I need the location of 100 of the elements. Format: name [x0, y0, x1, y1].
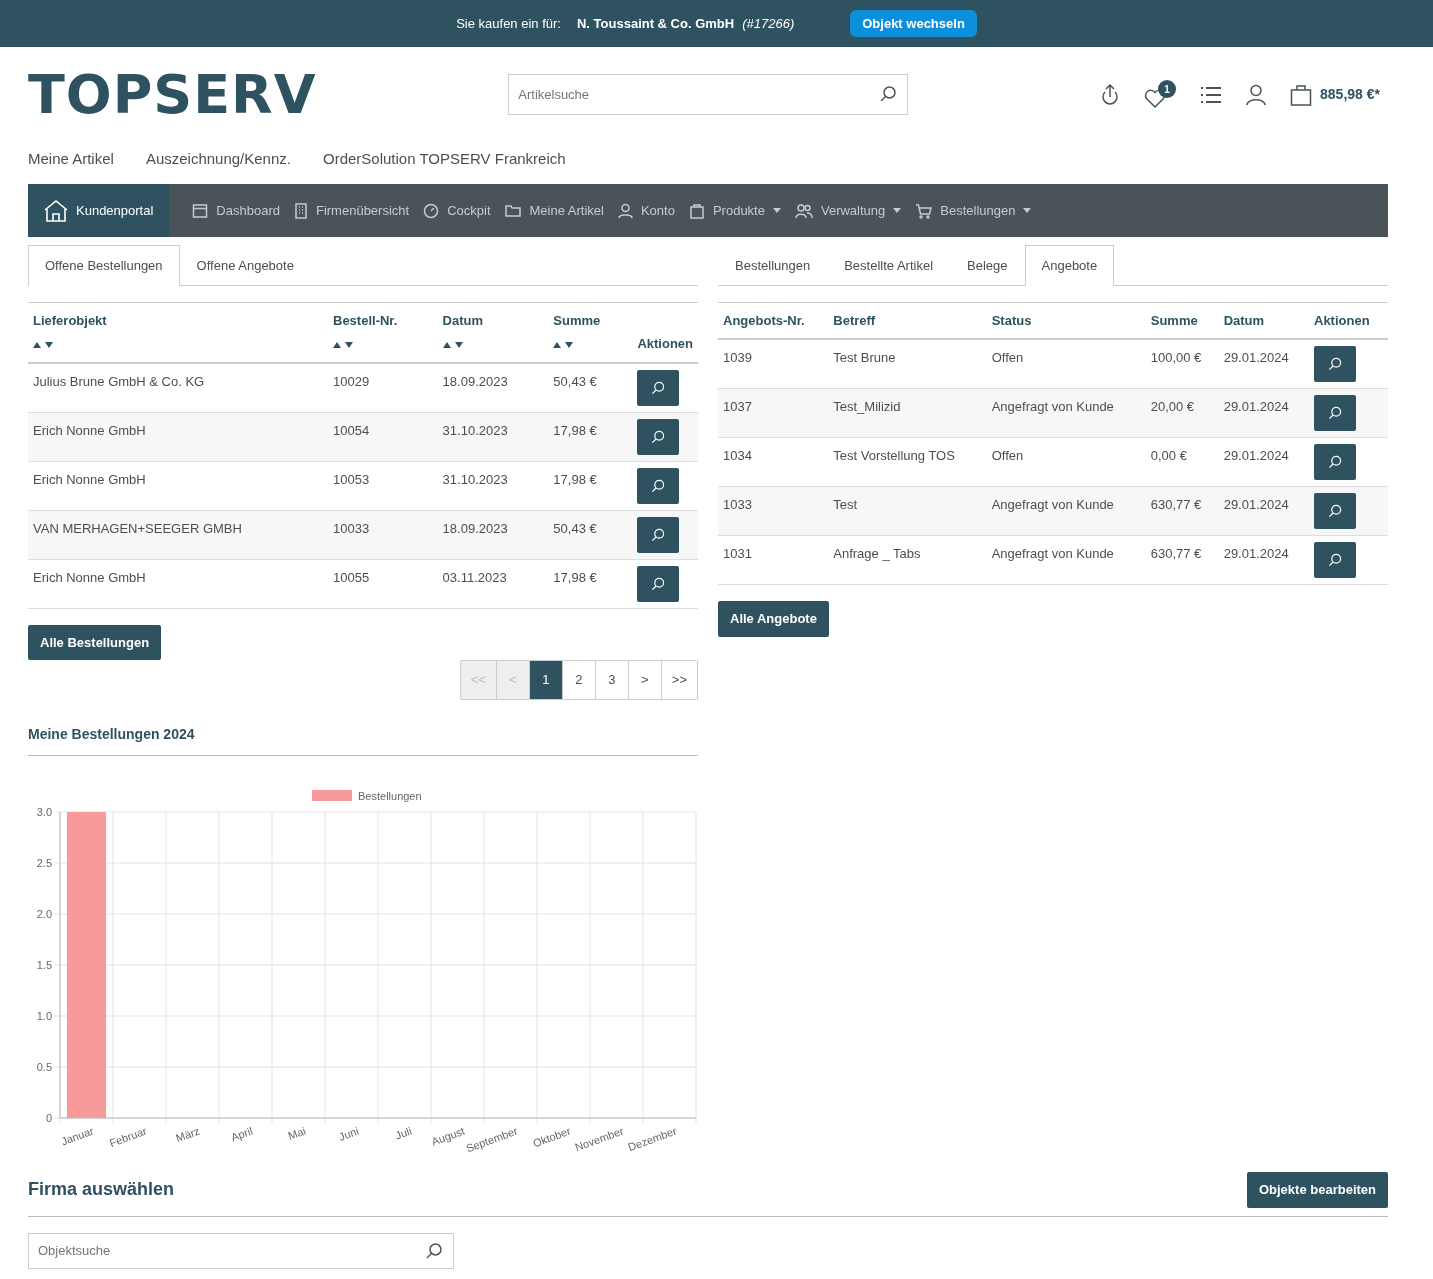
gauge-icon: [423, 202, 440, 219]
table-cell: Erich Nonne GmbH: [28, 461, 328, 510]
caret-icon: [1023, 208, 1032, 213]
tab[interactable]: Bestellte Artikel: [827, 245, 951, 286]
column-header[interactable]: Datum: [437, 302, 549, 363]
list-icon[interactable]: [1200, 85, 1223, 104]
search-icon: [878, 84, 899, 104]
tab[interactable]: Bestellungen: [718, 245, 828, 286]
column-header: Angebots-Nr.: [718, 302, 829, 339]
axis-tick-label: 3.0: [36, 806, 52, 818]
search-field[interactable]: Artikelsuche: [508, 74, 909, 115]
view-button[interactable]: [1314, 346, 1356, 382]
logo[interactable]: TOPSERV: [28, 67, 317, 122]
table-cell: Angefragt von Kunde: [986, 486, 1146, 536]
portal-nav-item[interactable]: Bestellungen: [908, 200, 1039, 221]
view-button[interactable]: [637, 565, 680, 602]
nav-link[interactable]: Auszeichnung/Kennz.: [145, 147, 291, 171]
edit-objects-button[interactable]: Objekte bearbeiten: [1246, 1172, 1388, 1208]
table-cell: 03.11.2023: [437, 559, 549, 608]
table-cell: 1039: [718, 339, 829, 389]
column-header: Summe: [1145, 302, 1219, 339]
portal-nav-item[interactable]: Cockpit: [416, 200, 498, 221]
search-icon: [1327, 552, 1343, 568]
table-cell: Julius Brune GmbH & Co. KG: [28, 362, 328, 412]
column-header[interactable]: Bestell-Nr.: [328, 302, 438, 363]
axis-tick-label: 1.0: [36, 1010, 52, 1022]
nav-link[interactable]: Meine Artikel: [28, 147, 114, 171]
tab[interactable]: Belege: [950, 245, 1025, 286]
building-icon: [293, 202, 308, 219]
tab[interactable]: Angebote: [1024, 245, 1115, 286]
caret-icon: [772, 208, 781, 213]
column-header[interactable]: Summe: [548, 302, 633, 363]
sort-icon[interactable]: [442, 341, 465, 348]
view-button[interactable]: [637, 516, 680, 553]
search-field[interactable]: Objektsuche: [28, 1232, 454, 1269]
portal-nav-item[interactable]: Konto: [610, 200, 682, 221]
bag-icon: [1290, 83, 1313, 106]
table-cell: Offen: [986, 339, 1146, 389]
page-button: <: [495, 661, 529, 699]
view-button[interactable]: [1314, 395, 1356, 431]
portal-brand-link[interactable]: Kundenportal: [28, 184, 170, 237]
view-button[interactable]: [1314, 444, 1356, 480]
sort-icon[interactable]: [33, 341, 55, 348]
users-icon: [794, 202, 813, 219]
portal-nav-item[interactable]: Firmenübersicht: [286, 200, 417, 221]
table-cell: Angefragt von Kunde: [986, 388, 1146, 438]
axis-category-label: Juni: [337, 1124, 361, 1143]
table-cell: 100,00 €: [1145, 339, 1219, 389]
portal-nav-item[interactable]: Meine Artikel: [497, 200, 611, 221]
company-id: (#17266): [742, 14, 795, 33]
table-cell: Erich Nonne GmbH: [28, 412, 328, 461]
legend-swatch: [312, 790, 352, 801]
column-header: Aktionen: [1309, 302, 1388, 339]
axis-category-label: Juli: [393, 1124, 414, 1142]
search-icon: [650, 379, 667, 396]
axis-tick-label: 0.5: [36, 1061, 52, 1073]
table-cell: 17,98 €: [548, 461, 633, 510]
sort-icon[interactable]: [333, 341, 355, 348]
table-cell: 10033: [328, 510, 438, 559]
portal-nav-item[interactable]: Dashboard: [185, 200, 287, 221]
search-icon: [650, 526, 667, 543]
view-button[interactable]: [1314, 493, 1356, 529]
axis-tick-label: 2.0: [36, 908, 52, 920]
nav-link[interactable]: OrderSolution TOPSERV Frankreich: [323, 147, 566, 171]
column-header[interactable]: Lieferobjekt: [28, 302, 328, 363]
column-header: Datum: [1218, 302, 1309, 339]
company-name: N. Toussaint & Co. GmbH: [576, 14, 735, 33]
cart-button[interactable]: 885,98 €*: [1290, 83, 1380, 106]
table-cell: 1031: [718, 535, 829, 585]
tab[interactable]: Offene Bestellungen: [28, 245, 180, 286]
view-button[interactable]: [637, 467, 680, 504]
table-cell: 31.10.2023: [437, 461, 549, 510]
search-icon: [1327, 405, 1343, 421]
table-cell: Test: [828, 486, 987, 536]
portal-nav-item[interactable]: Verwaltung: [787, 200, 909, 221]
page-button[interactable]: 1: [528, 661, 562, 699]
switch-object-button[interactable]: Objekt wechseln: [850, 9, 977, 38]
all-orders-button[interactable]: Alle Bestellungen: [28, 624, 162, 660]
heart-icon: [1144, 89, 1167, 109]
table-cell: 1037: [718, 388, 829, 438]
sort-icon[interactable]: [553, 341, 576, 348]
all-offers-button[interactable]: Alle Angebote: [718, 601, 829, 637]
portal-nav-item[interactable]: Produkte: [681, 200, 788, 221]
share-icon[interactable]: [1100, 83, 1121, 106]
table-cell: Erich Nonne GmbH: [28, 559, 328, 608]
view-button[interactable]: [637, 369, 680, 406]
table-cell: Test_Milizid: [828, 388, 987, 438]
tab[interactable]: Offene Angebote: [179, 245, 311, 286]
table-cell: 29.01.2024: [1218, 388, 1309, 438]
user-icon[interactable]: [1246, 83, 1267, 106]
table-cell: 29.01.2024: [1218, 437, 1309, 487]
table-cell: 17,98 €: [548, 559, 633, 608]
axis-category-label: März: [174, 1124, 202, 1145]
wishlist-button[interactable]: 1: [1144, 80, 1177, 109]
search-icon: [650, 575, 667, 592]
page-button[interactable]: >>: [660, 661, 697, 699]
view-button[interactable]: [1314, 542, 1356, 578]
view-button[interactable]: [637, 418, 680, 455]
folder-icon: [504, 203, 522, 218]
search-icon: [1327, 356, 1343, 372]
